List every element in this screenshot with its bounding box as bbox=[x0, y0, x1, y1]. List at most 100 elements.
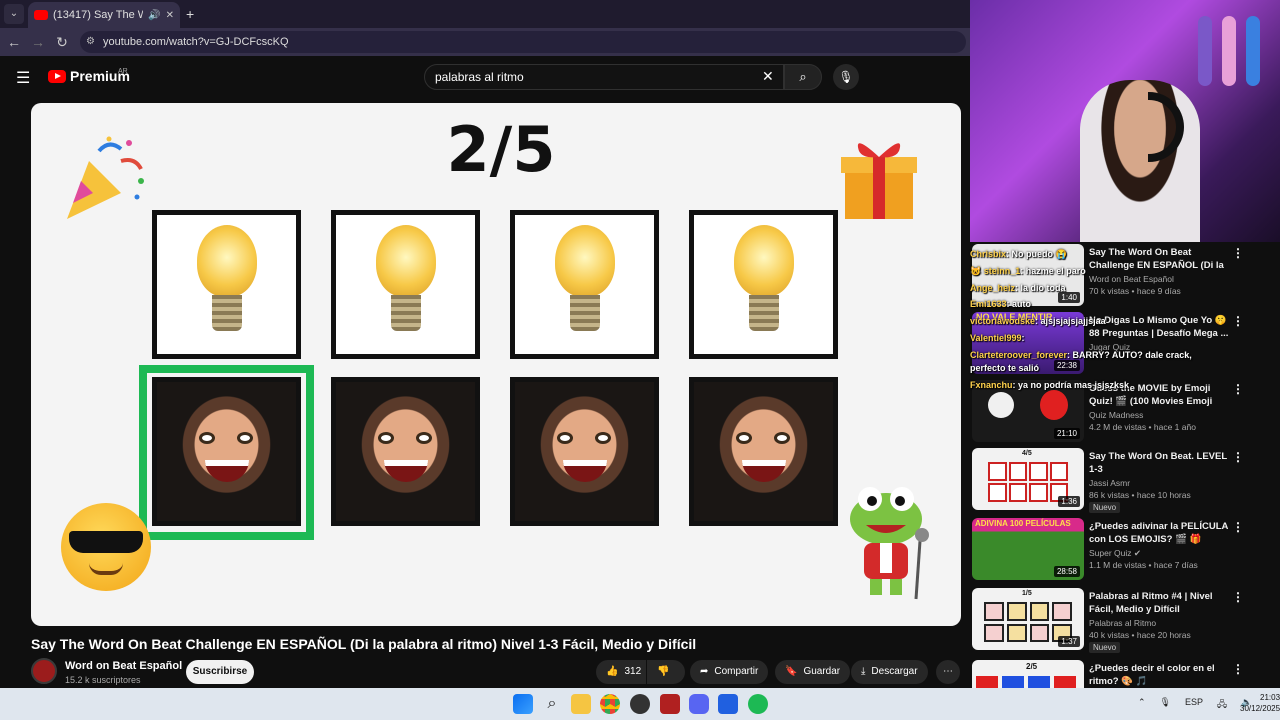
chevron-up-icon[interactable]: ⌃ bbox=[1138, 697, 1146, 713]
app-icon[interactable] bbox=[718, 694, 738, 714]
spotify-icon[interactable] bbox=[748, 694, 768, 714]
light-bulb-icon bbox=[371, 224, 441, 345]
streamer-figure bbox=[1080, 80, 1200, 242]
app-icon[interactable] bbox=[660, 694, 680, 714]
more-vertical-icon[interactable]: ⋮ bbox=[1232, 450, 1244, 464]
voice-search-button[interactable]: 🎙 bbox=[833, 64, 859, 90]
search-input[interactable]: palabras al ritmo bbox=[424, 64, 784, 90]
save-button[interactable]: 🔖 Guardar bbox=[775, 660, 851, 684]
tab-search-dropdown[interactable]: ⌄ bbox=[4, 4, 24, 24]
language-indicator[interactable]: ESP bbox=[1185, 697, 1203, 713]
audio-playing-icon[interactable]: 🔊 bbox=[148, 10, 160, 21]
thumbnail-letter-grid bbox=[988, 462, 1068, 502]
channel-avatar[interactable] bbox=[31, 658, 57, 684]
browser-tab[interactable]: (13417) Say The Word On B 🔊 ✕ bbox=[28, 2, 180, 28]
more-vertical-icon[interactable]: ⋮ bbox=[1232, 590, 1244, 604]
more-vertical-icon[interactable]: ⋮ bbox=[1232, 520, 1244, 534]
screaming-face-image bbox=[515, 382, 654, 521]
like-button[interactable]: 👍 312 bbox=[596, 660, 646, 684]
new-badge: Nuevo bbox=[1089, 502, 1121, 513]
more-actions-button[interactable]: ⋯ bbox=[936, 660, 960, 684]
download-button[interactable]: ⤓ Descargar bbox=[851, 660, 928, 684]
recommended-video[interactable]: 2/5 ¿Puedes decir el color en el ritmo? … bbox=[970, 660, 1270, 688]
chat-message: perfecto te salió bbox=[970, 363, 1040, 373]
bulb-card bbox=[152, 210, 301, 359]
recommended-title[interactable]: Say The Word On Beat. LEVEL 1-3 bbox=[1089, 450, 1234, 476]
thumbnail-counter: 4/5 bbox=[1022, 450, 1032, 457]
screen: ⌄ (13417) Say The Word On B 🔊 ✕ + ← → ↻ … bbox=[0, 0, 1280, 720]
sunglasses-emoji-icon bbox=[61, 503, 151, 591]
recommended-channel[interactable]: Super Quiz ✔ bbox=[1089, 548, 1141, 559]
windows-start-icon[interactable] bbox=[513, 694, 533, 714]
more-horizontal-icon: ⋯ bbox=[943, 666, 953, 677]
video-thumbnail[interactable]: 2/5 bbox=[972, 660, 1084, 688]
recommended-video[interactable]: 1/5 1:37 Palabras al Ritmo #4 | Nivel Fá… bbox=[970, 588, 1270, 653]
network-icon[interactable]: 🖧 bbox=[1217, 697, 1227, 713]
tab-close-icon[interactable]: ✕ bbox=[166, 10, 174, 21]
search-button[interactable]: ⌕ bbox=[784, 64, 822, 90]
system-tray: ⌃ 🎙 ESP 🖧 🔈 bbox=[1138, 697, 1252, 713]
video-thumbnail[interactable]: ADIVINA 100 PELÍCULAS 28:58 bbox=[972, 518, 1084, 580]
clock-time: 21:03 bbox=[1260, 693, 1280, 702]
recommended-title[interactable]: Palabras al Ritmo #4 | Nivel Fácil, Medi… bbox=[1089, 590, 1234, 616]
search-icon[interactable]: ⌕ bbox=[542, 694, 562, 714]
chat-message: 😺 steinn_1: hazme el paro bbox=[970, 266, 1086, 276]
stream-chat-overlay: Chrisbix: No puedo 😭 😺 steinn_1: hazme e… bbox=[970, 246, 1220, 396]
video-thumbnail[interactable]: 1/5 1:37 bbox=[972, 588, 1084, 650]
back-arrow-icon[interactable]: ← bbox=[4, 32, 24, 52]
share-button[interactable]: ➦ Compartir bbox=[690, 660, 769, 684]
bookmark-icon: 🔖 bbox=[785, 666, 798, 677]
recommended-channel[interactable]: Quiz Madness bbox=[1089, 410, 1143, 420]
channel-name[interactable]: Word on Beat Español bbox=[65, 660, 182, 672]
recommended-meta: 40 k vistas • hace 20 horas bbox=[1089, 630, 1191, 640]
clock[interactable]: 21:03 30/12/2025 bbox=[1240, 692, 1280, 714]
subscriber-count: 15.2 k suscriptores bbox=[65, 675, 141, 685]
more-vertical-icon[interactable]: ⋮ bbox=[1232, 662, 1244, 676]
recommended-title[interactable]: ¿Puedes decir el color en el ritmo? 🎨 🎵 bbox=[1089, 662, 1234, 688]
face-card bbox=[689, 377, 838, 526]
streamer-webcam bbox=[970, 0, 1280, 242]
video-duration: 1:37 bbox=[1058, 636, 1080, 647]
like-count: 312 bbox=[624, 666, 642, 677]
hamburger-menu-icon[interactable]: ☰ bbox=[16, 68, 30, 88]
thumbnail-color-row bbox=[976, 676, 1076, 688]
dislike-button[interactable]: 👎 bbox=[647, 660, 685, 684]
reload-icon[interactable]: ↻ bbox=[52, 32, 72, 52]
recommended-meta: 4.2 M de vistas • hace 1 año bbox=[1089, 422, 1196, 432]
gift-box-icon bbox=[841, 143, 917, 219]
address-bar-row: ← → ↻ ⚙ youtube.com/watch?v=GJ-DCFcscKQ bbox=[0, 28, 970, 56]
light-bulb-icon bbox=[550, 224, 620, 345]
file-explorer-icon[interactable] bbox=[571, 694, 591, 714]
youtube-play-logo-icon bbox=[48, 69, 66, 83]
new-tab-button[interactable]: + bbox=[186, 6, 194, 22]
recommended-title[interactable]: ¿Puedes adivinar la PELÍCULA con LOS EMO… bbox=[1089, 520, 1234, 546]
forward-arrow-icon[interactable]: → bbox=[28, 32, 48, 52]
obs-icon[interactable] bbox=[630, 694, 650, 714]
clear-search-icon[interactable]: ✕ bbox=[762, 68, 774, 85]
more-vertical-icon[interactable]: ⋮ bbox=[1232, 382, 1244, 396]
share-arrow-icon: ➦ bbox=[700, 666, 709, 677]
more-vertical-icon[interactable]: ⋮ bbox=[1232, 246, 1244, 260]
microphone-icon[interactable]: 🎙 bbox=[1160, 697, 1171, 713]
more-vertical-icon[interactable]: ⋮ bbox=[1232, 314, 1244, 328]
thumbs-down-icon: 👎 bbox=[657, 666, 670, 677]
tab-title: (13417) Say The Word On B bbox=[53, 9, 144, 21]
site-info-icon[interactable]: ⚙ bbox=[86, 31, 95, 53]
recommended-channel[interactable]: Jassi Asmr bbox=[1089, 478, 1130, 488]
video-thumbnail[interactable]: 4/5 1:36 bbox=[972, 448, 1084, 510]
microphone-icon: 🎙 bbox=[838, 70, 854, 84]
thumbnail-counter: 1/5 bbox=[1022, 590, 1032, 597]
url-field[interactable]: ⚙ youtube.com/watch?v=GJ-DCFcscKQ bbox=[80, 31, 966, 53]
thumbs-up-icon: 👍 bbox=[606, 666, 619, 677]
discord-icon[interactable] bbox=[689, 694, 709, 714]
save-label: Guardar bbox=[803, 666, 841, 677]
video-duration: 21:10 bbox=[1053, 428, 1080, 439]
recommended-video[interactable]: 4/5 1:36 Say The Word On Beat. LEVEL 1-3… bbox=[970, 448, 1270, 513]
chrome-icon[interactable] bbox=[600, 694, 620, 714]
subscribe-button[interactable]: Suscribirse bbox=[186, 660, 254, 684]
youtube-favicon-icon bbox=[34, 10, 48, 20]
video-player[interactable]: 2/5 bbox=[31, 103, 961, 626]
download-label: Descargar bbox=[871, 666, 918, 677]
recommended-channel[interactable]: Palabras al Ritmo bbox=[1089, 618, 1156, 628]
recommended-video[interactable]: ADIVINA 100 PELÍCULAS 28:58 ¿Puedes adiv… bbox=[970, 518, 1270, 582]
